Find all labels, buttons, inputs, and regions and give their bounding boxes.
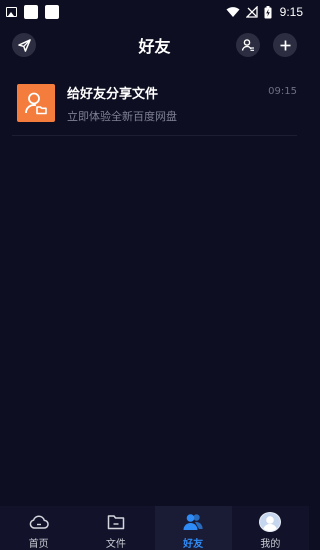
tab-friends-label: 好友 <box>183 539 204 550</box>
signal-icon <box>245 6 258 18</box>
status-right: 9:15 <box>226 5 303 19</box>
image-icon <box>6 7 17 17</box>
friends-icon <box>183 512 203 532</box>
contacts-button[interactable] <box>236 33 260 57</box>
status-time: 9:15 <box>279 5 303 19</box>
tab-home-label: 首页 <box>28 539 49 550</box>
bottom-tab-bar: 首页 文件 好友 我的 <box>0 506 309 550</box>
send-icon <box>17 38 31 52</box>
tab-me-label: 我的 <box>260 539 281 550</box>
item-subtitle: 立即体验全新百度网盘 <box>67 110 177 123</box>
share-friend-icon <box>25 92 47 115</box>
notification-square-icon <box>24 5 38 19</box>
tab-files[interactable]: 文件 <box>77 506 154 550</box>
plus-icon <box>280 40 290 50</box>
header: 好友 <box>0 28 309 62</box>
page-title: 好友 <box>138 37 171 56</box>
tab-friends[interactable]: 好友 <box>154 506 232 550</box>
battery-charging-icon <box>264 5 272 18</box>
contacts-icon <box>241 39 254 51</box>
notification-square-icon <box>45 5 59 19</box>
avatar-icon <box>259 512 282 532</box>
tab-me[interactable]: 我的 <box>232 506 309 550</box>
item-title: 给好友分享文件 <box>67 87 159 102</box>
item-time: 09:15 <box>268 86 297 97</box>
send-button[interactable] <box>12 33 36 57</box>
list-item[interactable]: 给好友分享文件 立即体验全新百度网盘 09:15 <box>12 80 297 136</box>
tab-home[interactable]: 首页 <box>0 506 77 550</box>
folder-icon <box>106 512 126 532</box>
share-friend-icon-tile <box>17 84 55 122</box>
status-left <box>6 5 59 19</box>
tab-files-label: 文件 <box>105 539 126 550</box>
status-bar: 9:15 <box>0 0 309 24</box>
add-button[interactable] <box>273 33 297 57</box>
cloud-icon <box>29 512 49 532</box>
wifi-icon <box>226 7 240 17</box>
